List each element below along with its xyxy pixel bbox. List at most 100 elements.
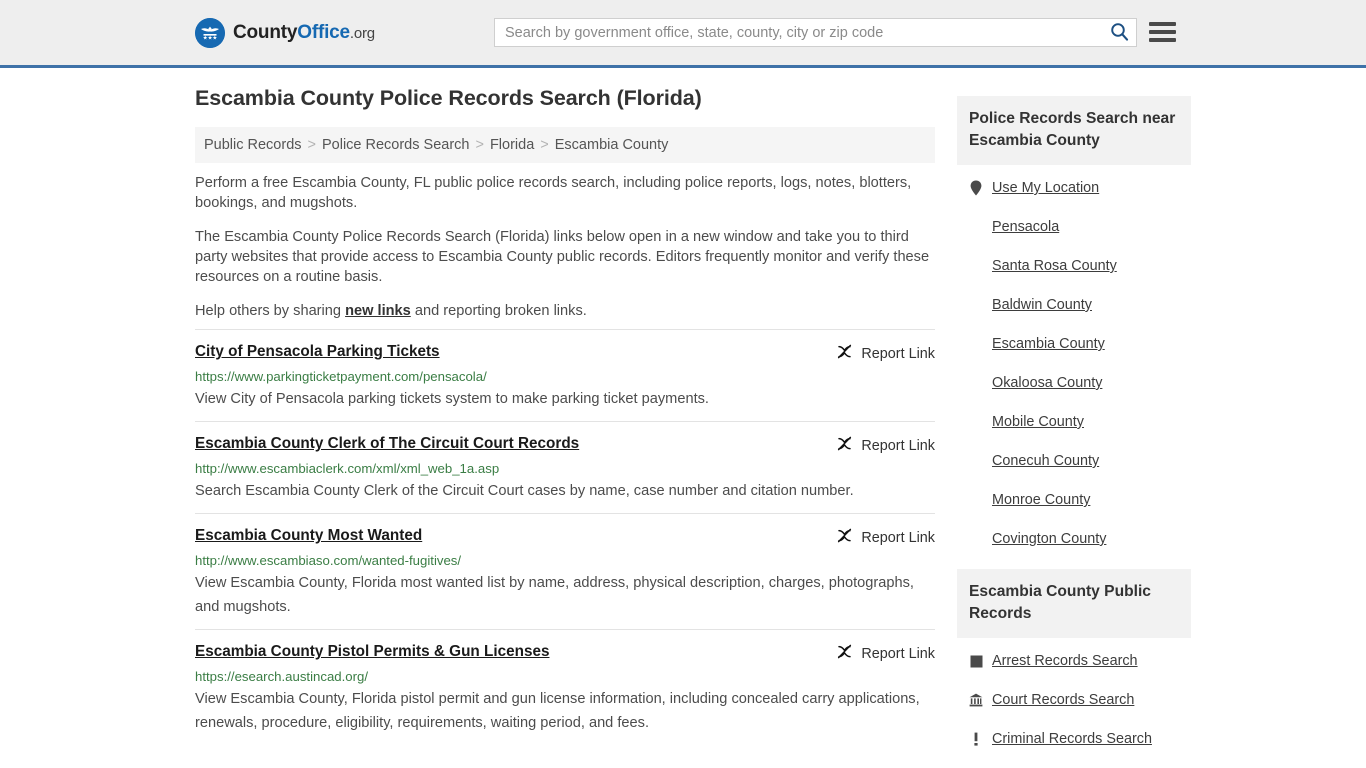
sidebar-nearby-item[interactable]: Covington County (957, 530, 1191, 548)
sidebar-nearby-item[interactable]: Monroe County (957, 491, 1191, 509)
main-column: Escambia County Police Records Search (F… (195, 86, 935, 745)
result-item: Escambia County Clerk of The Circuit Cou… (195, 421, 935, 513)
result-url[interactable]: https://esearch.austincad.org/ (195, 668, 935, 685)
sidebar: Police Records Search near Escambia Coun… (957, 86, 1191, 768)
sidebar-record-item[interactable]: Arrest Records Search (957, 652, 1191, 670)
logo-text-county: County (233, 21, 298, 43)
logo-text-org: .org (349, 24, 375, 42)
results-list: City of Pensacola Parking Tickets Report … (195, 329, 935, 745)
search-icon (1110, 22, 1129, 44)
exclamation-icon (969, 732, 983, 746)
sidebar-nearby-item[interactable]: Use My Location (957, 179, 1191, 197)
sidebar-public-records-list: Arrest Records Search Court Records Searc… (957, 638, 1191, 768)
sidebar-nearby-heading: Police Records Search near Escambia Coun… (957, 96, 1191, 165)
help-suffix: and reporting broken links. (410, 303, 587, 319)
courthouse-icon (969, 693, 983, 707)
result-header: Escambia County Most Wanted Report Link (195, 526, 935, 548)
sidebar-record-label[interactable]: Criminal Records Search (992, 730, 1152, 748)
sidebar-nearby-label[interactable]: Mobile County (992, 413, 1084, 431)
intro-text: Perform a free Escambia County, FL publi… (195, 173, 935, 321)
svg-text:★★★: ★★★ (203, 35, 218, 41)
result-description: View Escambia County, Florida most wante… (195, 575, 914, 615)
result-description: Search Escambia County Clerk of the Circ… (195, 483, 854, 499)
breadcrumb-separator: > (307, 137, 316, 153)
sidebar-nearby-label[interactable]: Covington County (992, 530, 1106, 548)
page-title: Escambia County Police Records Search (F… (195, 86, 702, 110)
sidebar-nearby-label[interactable]: Okaloosa County (992, 374, 1102, 392)
site-header: ★★★ CountyOffice.org (0, 0, 1366, 68)
sidebar-nearby-item[interactable]: Conecuh County (957, 452, 1191, 470)
result-url[interactable]: http://www.escambiaclerk.com/xml/xml_web… (195, 460, 935, 477)
report-link-button[interactable]: Report Link (836, 527, 935, 548)
breadcrumb-item-florida[interactable]: Florida (490, 137, 534, 153)
map-pin-icon (969, 180, 983, 196)
sidebar-public-records-heading: Escambia County Public Records (957, 569, 1191, 638)
result-title-link[interactable]: Escambia County Most Wanted (195, 526, 422, 546)
breadcrumb-item-escambia-county[interactable]: Escambia County (555, 137, 669, 153)
broken-link-icon (836, 527, 853, 548)
result-item: City of Pensacola Parking Tickets Report … (195, 329, 935, 421)
report-link-button[interactable]: Report Link (836, 343, 935, 364)
intro-paragraph-3: Help others by sharing new links and rep… (195, 301, 935, 321)
sidebar-nearby-label[interactable]: Monroe County (992, 491, 1090, 509)
broken-link-icon (836, 343, 853, 364)
sidebar-nearby-list: Use My Location Pensacola Santa Rosa Count… (957, 165, 1191, 548)
sidebar-nearby-item[interactable]: Baldwin County (957, 296, 1191, 314)
result-title-link[interactable]: Escambia County Clerk of The Circuit Cou… (195, 434, 579, 454)
report-link-button[interactable]: Report Link (836, 435, 935, 456)
result-url[interactable]: http://www.escambiaso.com/wanted-fugitiv… (195, 552, 935, 569)
result-url[interactable]: https://www.parkingticketpayment.com/pen… (195, 368, 935, 385)
result-description: View City of Pensacola parking tickets s… (195, 391, 709, 407)
hamburger-menu-icon[interactable] (1149, 19, 1176, 45)
intro-paragraph-1: Perform a free Escambia County, FL publi… (195, 175, 912, 211)
result-title-link[interactable]: City of Pensacola Parking Tickets (195, 342, 440, 362)
intro-paragraph-2: The Escambia County Police Records Searc… (195, 229, 930, 285)
report-link-label: Report Link (861, 645, 935, 662)
result-header: Escambia County Pistol Permits & Gun Lic… (195, 642, 935, 664)
sidebar-record-item[interactable]: Court Records Search (957, 691, 1191, 709)
search-bar (494, 18, 1137, 47)
site-logo[interactable]: ★★★ CountyOffice.org (195, 17, 375, 48)
search-input[interactable] (495, 19, 1102, 46)
sidebar-nearby-item[interactable]: Pensacola (957, 218, 1191, 236)
hamburger-bar (1149, 30, 1176, 34)
new-links-link[interactable]: new links (345, 303, 411, 319)
result-header: City of Pensacola Parking Tickets Report … (195, 342, 935, 364)
eagle-shield-logo-icon: ★★★ (195, 17, 225, 48)
page-body: Escambia County Police Records Search (F… (0, 68, 1366, 768)
breadcrumb-item-public-records[interactable]: Public Records (204, 137, 302, 153)
breadcrumb-separator: > (540, 137, 549, 153)
result-header: Escambia County Clerk of The Circuit Cou… (195, 434, 935, 456)
sidebar-nearby-label[interactable]: Conecuh County (992, 452, 1099, 470)
breadcrumb-item-police-records-search[interactable]: Police Records Search (322, 137, 470, 153)
result-title-link[interactable]: Escambia County Pistol Permits & Gun Lic… (195, 642, 549, 662)
result-item: Escambia County Pistol Permits & Gun Lic… (195, 629, 935, 745)
sidebar-nearby-label[interactable]: Santa Rosa County (992, 257, 1117, 275)
logo-text-office: Office (297, 21, 350, 43)
hamburger-bar (1149, 22, 1176, 26)
sidebar-nearby-item[interactable]: Mobile County (957, 413, 1191, 431)
broken-link-icon (836, 643, 853, 664)
search-button[interactable] (1102, 19, 1136, 46)
sidebar-nearby-label[interactable]: Use My Location (992, 179, 1099, 197)
result-item: Escambia County Most Wanted Report Link ht… (195, 513, 935, 629)
report-link-button[interactable]: Report Link (836, 643, 935, 664)
breadcrumb-separator: > (475, 137, 484, 153)
sidebar-record-item[interactable]: Criminal Records Search (957, 730, 1191, 748)
report-link-label: Report Link (861, 529, 935, 546)
report-link-label: Report Link (861, 345, 935, 362)
sidebar-nearby-label[interactable]: Baldwin County (992, 296, 1092, 314)
sidebar-record-label[interactable]: Court Records Search (992, 691, 1134, 709)
sidebar-record-label[interactable]: Arrest Records Search (992, 652, 1138, 670)
report-link-label: Report Link (861, 437, 935, 454)
sidebar-nearby-item[interactable]: Escambia County (957, 335, 1191, 353)
sidebar-nearby-item[interactable]: Santa Rosa County (957, 257, 1191, 275)
logo-wordmark: CountyOffice.org (233, 22, 375, 44)
handcuffs-icon (969, 655, 983, 668)
sidebar-nearby-label[interactable]: Escambia County (992, 335, 1105, 353)
broken-link-icon (836, 435, 853, 456)
sidebar-nearby-label[interactable]: Pensacola (992, 218, 1059, 236)
breadcrumb: Public Records > Police Records Search >… (195, 127, 935, 163)
sidebar-nearby-item[interactable]: Okaloosa County (957, 374, 1191, 392)
hamburger-bar (1149, 38, 1176, 42)
